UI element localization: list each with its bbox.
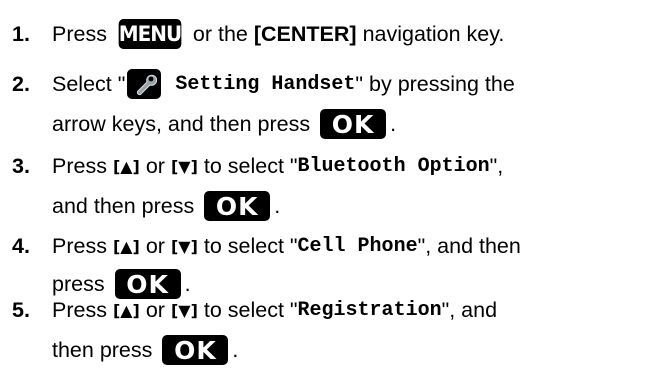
step-text: or [139,153,171,178]
menu-option-bluetooth-option: Bluetooth Option [297,154,490,178]
step-text: and then press [52,193,201,218]
step-number: 4. [12,233,30,258]
step-5-line-2: then press OK . [52,330,238,370]
up-key-label: [▲] [112,156,140,176]
step-text: Press [52,21,113,46]
step-text: Press [52,297,113,322]
menu-option-registration: Registration [297,298,442,322]
step-text: navigation key. [356,21,505,46]
step-text: . [232,337,239,362]
step-text: to select " [197,153,298,178]
step-text: or the [186,21,254,46]
step-text: or [139,297,171,322]
ok-key-icon: OK [162,335,229,365]
step-number: 2. [12,71,30,96]
ok-key-icon: OK [320,109,387,139]
step-text: to select " [197,297,298,322]
down-key-label: [▼] [170,300,198,320]
wrench-icon [127,69,162,99]
step-number: 3. [12,153,30,178]
step-text: Press [52,233,113,258]
step-number: 1. [12,21,30,46]
step-text: press [52,271,111,296]
up-key-label: [▲] [112,236,140,256]
step-text: or [139,233,171,258]
step-text: Select " [52,71,126,96]
step-text: to select " [197,233,298,258]
step-text: . [184,271,191,296]
step-text: " by pressing the [355,71,515,96]
step-text: ", [489,153,504,178]
step-text: . [274,193,281,218]
step-3-line-2: and then press OK . [52,186,280,226]
step-number: 5. [12,297,30,322]
center-key-label: [CENTER] [253,21,357,46]
ok-key-icon: OK [204,191,271,221]
step-text: arrow keys, and then press [52,111,317,136]
menu-key-icon: MENU [118,19,182,49]
step-text: then press [52,337,159,362]
up-key-label: [▲] [112,300,140,320]
step-text: Press [52,153,113,178]
menu-option-setting-handset: Setting Handset [163,72,356,96]
step-text: ", and [441,297,498,322]
step-text: . [390,111,397,136]
step-text: ", and then [417,233,521,258]
menu-option-cell-phone: Cell Phone [297,234,418,258]
ok-key-icon: OK [114,269,181,299]
step-2-line-2: arrow keys, and then press OK . [52,104,396,144]
down-key-label: [▼] [170,156,198,176]
down-key-label: [▼] [170,236,198,256]
